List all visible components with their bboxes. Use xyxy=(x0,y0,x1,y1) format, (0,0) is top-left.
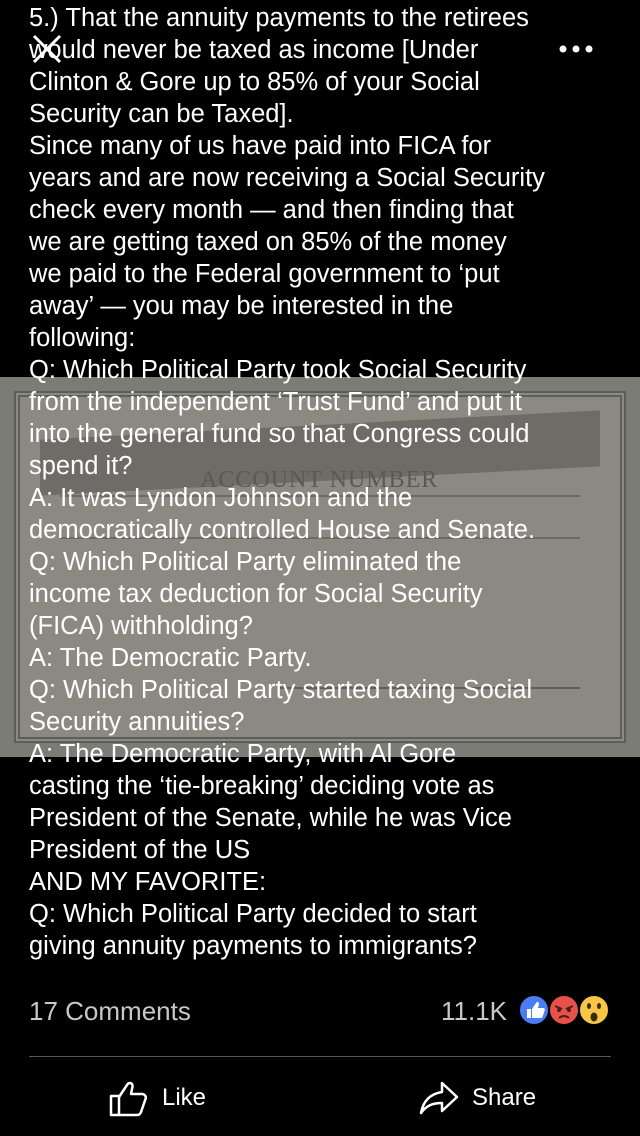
divider xyxy=(29,1056,611,1057)
post-text-line: A: The Democratic Party, with Al Gore xyxy=(29,740,457,768)
post-text-line: casting the ‘tie-breaking’ deciding vote… xyxy=(29,772,495,800)
post-text-line: we paid to the Federal government to ‘pu… xyxy=(29,260,500,288)
close-icon[interactable] xyxy=(30,32,64,66)
post-text-line: would never be taxed as income [Under xyxy=(29,36,479,64)
post-text-line: following: xyxy=(29,324,136,352)
post-text-line: Q: Which Political Party eliminated the xyxy=(29,548,462,576)
post-text-line: check every month — and then finding tha… xyxy=(29,196,514,224)
post-text-line: income tax deduction for Social Security xyxy=(29,580,483,608)
reactions-summary[interactable] xyxy=(518,992,614,1028)
post-text-line: democratically controlled House and Sena… xyxy=(29,516,536,544)
post-text: 5.) That the annuity payments to the ret… xyxy=(29,2,619,962)
post-text-line: from the independent ‘Trust Fund’ and pu… xyxy=(29,388,522,416)
post-text-line: Security annuities? xyxy=(29,708,245,736)
like-icon xyxy=(518,994,550,1026)
post-text-line: Q: Which Political Party started taxing … xyxy=(29,676,533,704)
post-text-line: away’ — you may be interested in the xyxy=(29,292,454,320)
comments-count[interactable]: 17 Comments xyxy=(29,996,191,1027)
post-text-line: President of the Senate, while he was Vi… xyxy=(29,804,512,832)
post-text-line: President of the US xyxy=(29,836,251,864)
post-text-line: (FICA) withholding? xyxy=(29,612,253,640)
share-label: Share xyxy=(472,1084,537,1111)
post-text-line: A: It was Lyndon Johnson and the xyxy=(29,484,413,512)
post-text-line: Security can be Taxed]. xyxy=(29,100,294,128)
angry-icon xyxy=(548,994,580,1026)
share-arrow-icon xyxy=(419,1081,459,1115)
post-text-line: Since many of us have paid into FICA for xyxy=(29,132,492,160)
post-text-line: Q: Which Political Party took Social Sec… xyxy=(29,356,527,384)
post-stats: 17 Comments 11.1K xyxy=(29,992,614,1032)
post-text-line: Clinton & Gore up to 85% of your Social xyxy=(29,68,480,96)
thumbs-up-icon xyxy=(109,1081,148,1117)
share-button[interactable]: Share xyxy=(418,1076,536,1120)
post-text-line: years and are now receiving a Social Sec… xyxy=(29,164,545,192)
post-text-line: spend it? xyxy=(29,452,133,480)
post-text-line: 5.) That the annuity payments to the ret… xyxy=(29,4,529,32)
post-text-line: AND MY FAVORITE: xyxy=(29,868,267,896)
like-button[interactable]: Like xyxy=(108,1076,206,1120)
reaction-count[interactable]: 11.1K xyxy=(441,996,507,1027)
post-text-line: A: The Democratic Party. xyxy=(29,644,312,672)
post-text-line: we are getting taxed on 85% of the money xyxy=(29,228,507,256)
more-options-icon[interactable] xyxy=(556,38,596,60)
like-label: Like xyxy=(162,1084,207,1111)
post-text-line: into the general fund so that Congress c… xyxy=(29,420,530,448)
wow-icon xyxy=(578,994,610,1026)
post-text-line: Q: Which Political Party decided to star… xyxy=(29,900,477,928)
post-text-line: giving annuity payments to immigrants? xyxy=(29,932,477,960)
